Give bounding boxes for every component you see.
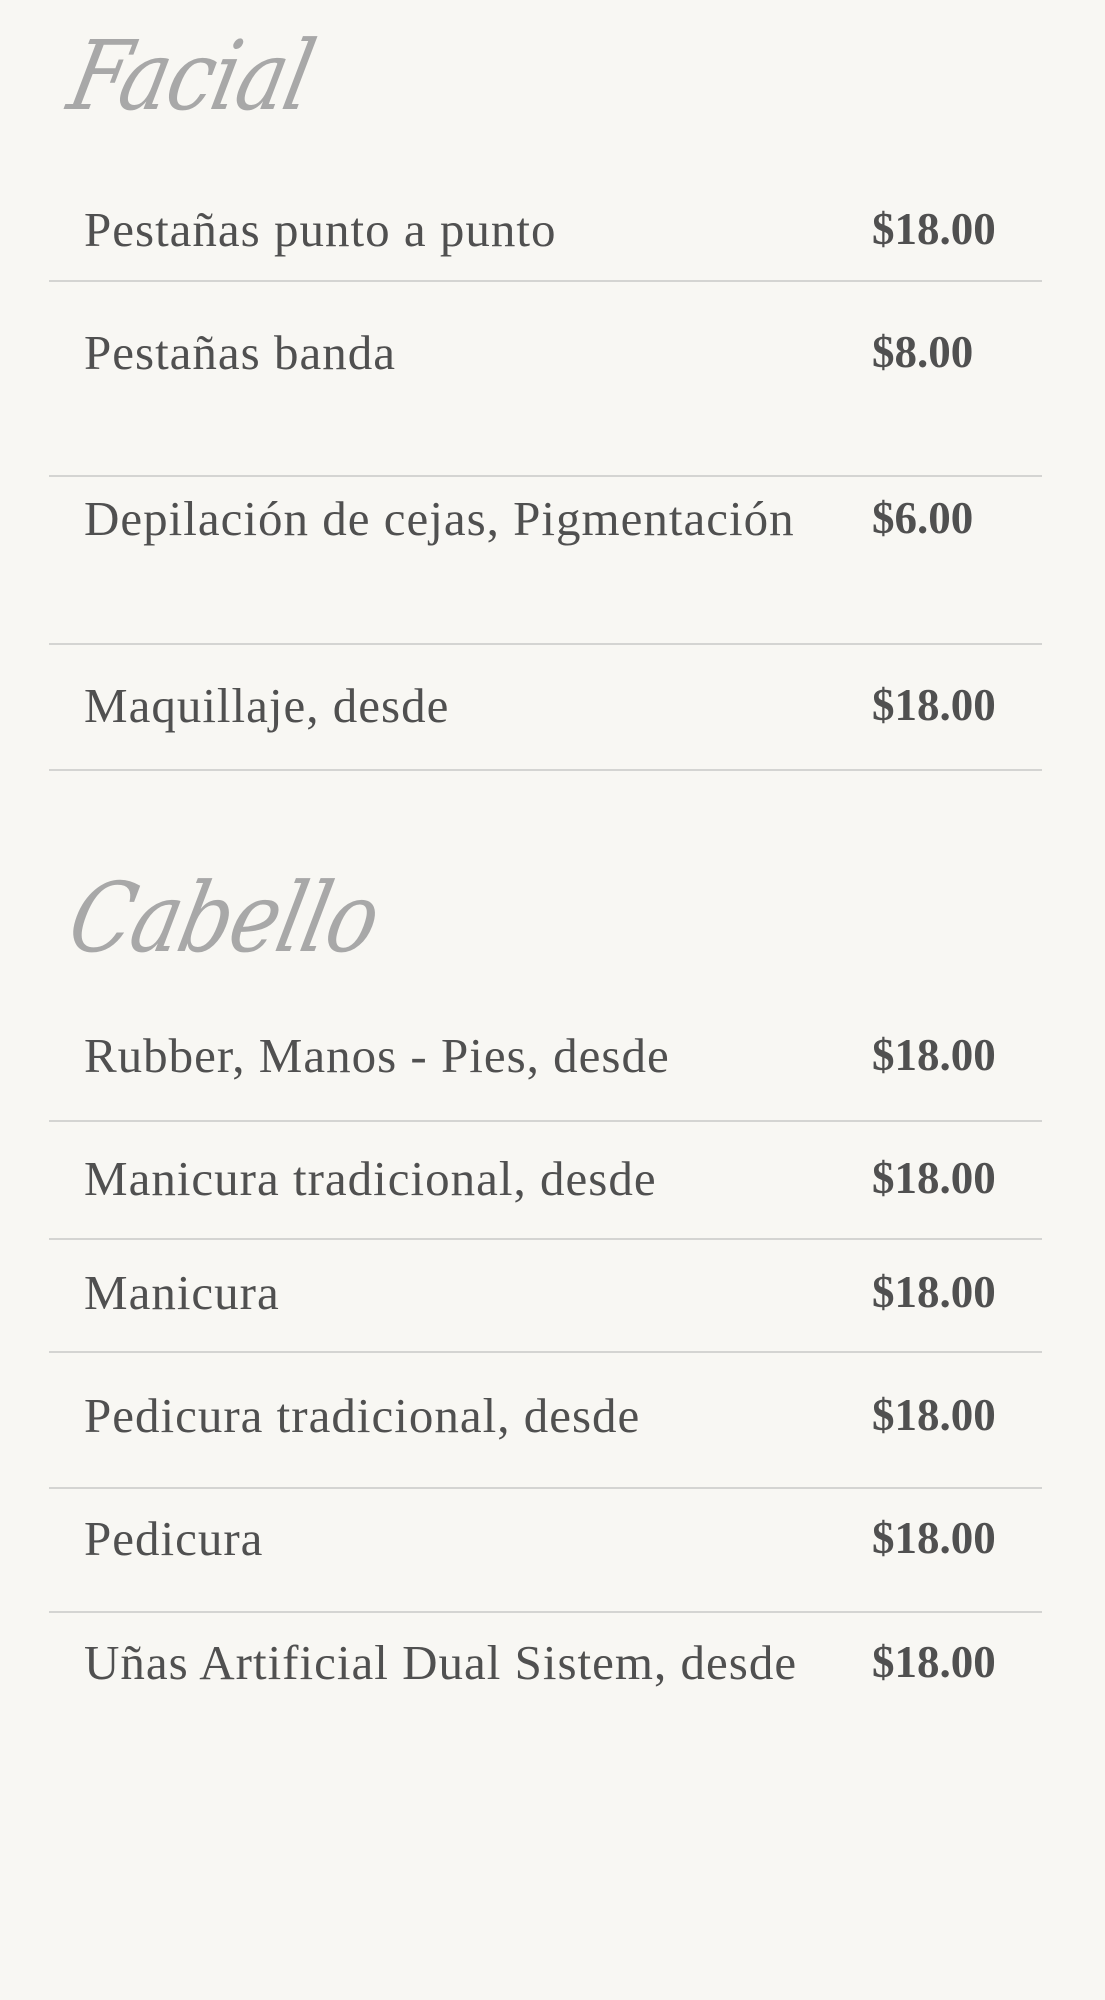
- item-name: Depilación de cejas, Pigmentación: [84, 491, 795, 546]
- divider: [49, 769, 1042, 771]
- divider: [49, 280, 1042, 282]
- item-name: Manicura: [84, 1265, 280, 1320]
- price-menu: Facial Pestañas punto a punto $18.00 Pes…: [0, 0, 1105, 2000]
- item-name: Pestañas banda: [84, 325, 396, 380]
- divider: [49, 1120, 1042, 1122]
- divider: [49, 1611, 1042, 1613]
- divider: [49, 475, 1042, 477]
- item-name: Uñas Artificial Dual Sistem, desde: [84, 1635, 798, 1690]
- item-name: Rubber, Manos - Pies, desde: [84, 1028, 670, 1083]
- item-price: $18.00: [872, 680, 996, 730]
- divider: [49, 1238, 1042, 1240]
- item-price: $6.00: [872, 493, 974, 543]
- item-name: Manicura tradicional, desde: [84, 1151, 657, 1206]
- item-price: $18.00: [872, 1513, 996, 1563]
- item-price: $18.00: [872, 1030, 996, 1080]
- item-price: $18.00: [872, 1390, 996, 1440]
- section-title-cabello: Cabello: [59, 862, 389, 974]
- section-title-facial: Facial: [59, 20, 323, 132]
- item-price: $18.00: [872, 1637, 996, 1687]
- item-price: $18.00: [872, 204, 996, 254]
- item-price: $18.00: [872, 1153, 996, 1203]
- item-name: Pedicura: [84, 1511, 264, 1566]
- item-name: Maquillaje, desde: [84, 678, 450, 733]
- divider: [49, 643, 1042, 645]
- item-name: Pestañas punto a punto: [84, 202, 557, 257]
- divider: [49, 1351, 1042, 1353]
- item-price: $18.00: [872, 1267, 996, 1317]
- item-price: $8.00: [872, 327, 974, 377]
- item-name: Pedicura tradicional, desde: [84, 1388, 641, 1443]
- divider: [49, 1487, 1042, 1489]
